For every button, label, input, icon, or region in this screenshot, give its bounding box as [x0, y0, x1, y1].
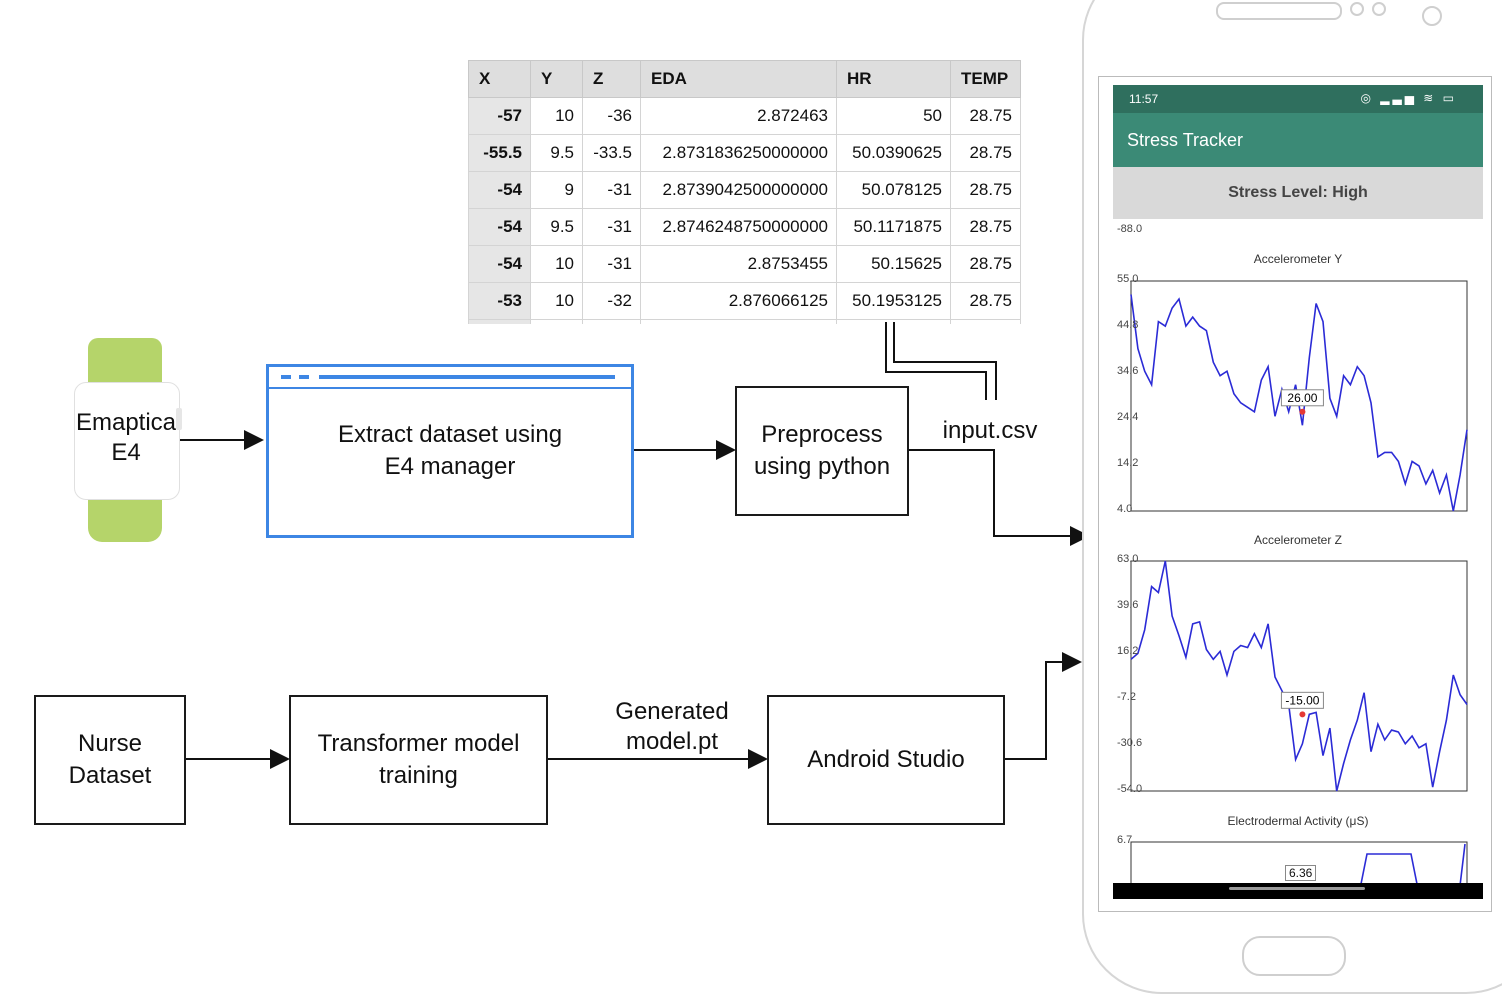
- app-title: Stress Tracker: [1113, 113, 1483, 167]
- phone-speaker-icon: [1216, 2, 1342, 20]
- watch-band-top: [88, 338, 162, 386]
- extract-dataset-node: Extract dataset using E4 manager: [266, 364, 634, 538]
- y-tick: 14.2: [1117, 457, 1139, 469]
- y-tick: -30.6: [1117, 737, 1143, 749]
- y-tick: 16.2: [1117, 645, 1139, 657]
- y-tick: -54.0: [1117, 783, 1143, 795]
- extract-dataset-label: Extract dataset using E4 manager: [337, 421, 563, 480]
- phone-front-camera-icon: [1422, 6, 1442, 26]
- accelerometer-y-chart: 26.00: [1130, 280, 1468, 512]
- selected-point-marker[interactable]: [1299, 711, 1306, 718]
- watch-band-bottom: [88, 496, 162, 542]
- status-time: 11:57: [1129, 92, 1159, 106]
- eda-marker-label: 6.36: [1285, 865, 1317, 881]
- watch-label: Emaptica E4: [75, 409, 177, 466]
- residual-tick: -88.0: [1117, 223, 1143, 235]
- browser-titlebar-icon: [269, 367, 631, 389]
- y-tick: -7.2: [1117, 691, 1136, 703]
- phone-screen: 11:57 ◎ ▂▃▅ ≋ ▭ Stress Tracker Stress Le…: [1098, 76, 1492, 912]
- arrow-android-to-phone: [1004, 652, 1082, 760]
- transformer-training-label: Transformer model training: [317, 730, 520, 789]
- input-csv-label: input.csv: [942, 417, 1038, 444]
- marker-label: -15.00: [1285, 693, 1319, 707]
- phone-home-button[interactable]: [1242, 936, 1346, 976]
- navigation-bar: [1113, 883, 1483, 899]
- table-to-csv-connector-inner: [893, 322, 997, 400]
- arrow-preprocess-to-phone: [908, 449, 1090, 546]
- preprocess-node: Preprocess using python: [735, 386, 909, 516]
- y-tick: 63.0: [1117, 553, 1139, 565]
- transformer-training-node: Transformer model training: [289, 695, 548, 825]
- chart-frame: [1130, 560, 1468, 792]
- phone-camera-icon: [1350, 2, 1364, 16]
- nurse-dataset-node: Nurse Dataset: [34, 695, 186, 825]
- android-studio-label: Android Studio: [807, 746, 965, 773]
- y-tick: 4.0: [1117, 503, 1133, 515]
- chart-title-eda: Electrodermal Activity (μS): [1227, 814, 1369, 828]
- status-icons: ◎ ▂▃▅ ≋ ▭: [1360, 91, 1457, 105]
- series-line: [1130, 560, 1468, 792]
- model-pt-label: Generated model.pt: [615, 698, 729, 755]
- selected-point-marker[interactable]: [1299, 408, 1306, 415]
- gesture-handle[interactable]: [1229, 887, 1365, 890]
- y-tick: 24.4: [1117, 411, 1139, 423]
- android-studio-node: Android Studio: [767, 695, 1005, 825]
- marker-label: 26.00: [1287, 391, 1317, 405]
- accelerometer-z-chart: -15.00: [1130, 560, 1468, 792]
- nurse-dataset-label: Nurse Dataset: [68, 730, 152, 789]
- stress-level-banner: Stress Level: High: [1113, 167, 1483, 219]
- y-tick: 55.0: [1117, 273, 1139, 285]
- chart-title-accel-z: Accelerometer Z: [1253, 533, 1343, 547]
- status-bar: 11:57 ◎ ▂▃▅ ≋ ▭: [1113, 85, 1483, 113]
- y-tick: 44.8: [1117, 319, 1139, 331]
- preprocess-label: Preprocess using python: [753, 421, 891, 480]
- y-tick: 34.6: [1117, 365, 1139, 377]
- chart-title-accel-y: Accelerometer Y: [1253, 252, 1343, 266]
- y-tick: 39.6: [1117, 599, 1139, 611]
- phone-sensor-icon: [1372, 2, 1386, 16]
